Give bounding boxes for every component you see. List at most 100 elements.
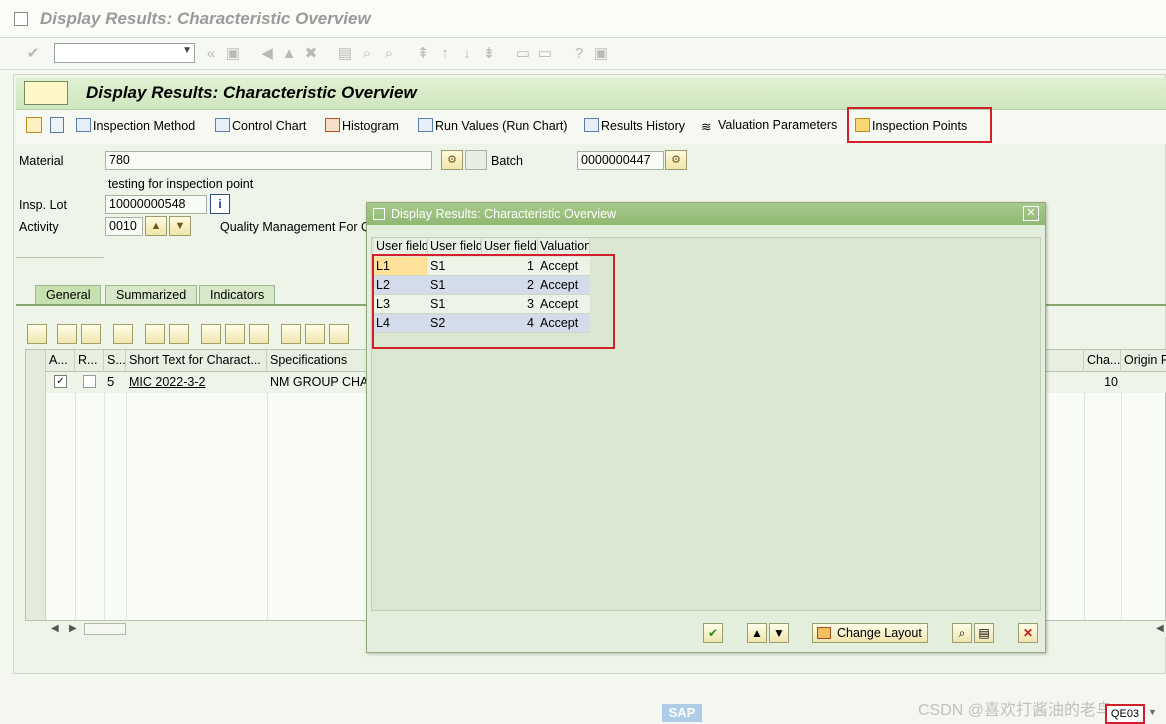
help-icon[interactable]: ? <box>570 45 588 63</box>
lock-icon[interactable] <box>225 324 245 344</box>
document-icon[interactable] <box>50 117 64 133</box>
info-icon[interactable]: i <box>210 194 230 214</box>
histogram-button[interactable]: Histogram <box>325 118 399 133</box>
previous-activity-icon[interactable]: ▲ <box>145 216 167 236</box>
select-all-icon[interactable] <box>57 324 77 344</box>
print-icon[interactable]: ▤ <box>974 623 994 643</box>
column-header-short-text[interactable]: Short Text for Charact... <box>126 350 267 372</box>
run-chart-icon <box>418 118 433 132</box>
prev-page-icon[interactable]: ↑ <box>436 45 454 63</box>
sort-ascending-icon[interactable] <box>169 324 189 344</box>
run-chart-button[interactable]: Run Values (Run Chart) <box>418 118 567 133</box>
page-title: Display Results: Characteristic Overview <box>86 83 417 102</box>
append-row-icon[interactable] <box>113 324 133 344</box>
layout-grid-icon <box>817 627 831 639</box>
active-checkbox[interactable]: ✓ <box>54 375 67 388</box>
last-page-icon[interactable]: ⇟ <box>480 45 498 63</box>
popup-title: Display Results: Characteristic Overview <box>367 203 1045 225</box>
unlock-all-icon[interactable] <box>249 324 269 344</box>
insp-lot-label: Insp. Lot <box>19 198 67 212</box>
inspection-method-button[interactable]: Inspection Method <box>76 118 195 133</box>
activity-field[interactable]: 0010 <box>105 217 143 236</box>
column-divider <box>126 372 127 620</box>
column-header-cha[interactable]: Cha... <box>1084 350 1121 372</box>
sort-descending-icon[interactable] <box>145 324 165 344</box>
column-header-r[interactable]: R... <box>75 350 104 372</box>
highlight-box-popup-rows <box>372 254 615 349</box>
material-description: testing for inspection point <box>108 177 254 191</box>
scroll-left-icon[interactable]: ◀ <box>51 623 59 634</box>
inspection-points-button[interactable]: Inspection Points <box>855 118 967 133</box>
material-field[interactable]: 780 <box>105 151 432 170</box>
tab-summarized[interactable]: Summarized <box>105 285 198 305</box>
command-field[interactable]: ▼ <box>54 43 195 63</box>
control-chart-icon <box>215 118 230 132</box>
print-icon[interactable]: ▤ <box>336 45 354 63</box>
tab-indicators[interactable]: Indicators <box>199 285 276 305</box>
control-chart-button[interactable]: Control Chart <box>215 118 306 133</box>
column-header-specifications[interactable]: Specifications <box>267 350 367 372</box>
confirm-icon[interactable]: ✔ <box>703 623 723 643</box>
chevron-down-icon[interactable]: ▼ <box>182 45 192 56</box>
copy-icon[interactable] <box>465 150 487 170</box>
column-header-a[interactable]: A... <box>46 350 75 372</box>
calendar-icon[interactable] <box>305 324 325 344</box>
first-page-icon[interactable]: ⇞ <box>414 45 432 63</box>
new-session-icon[interactable]: ▭ <box>514 45 532 63</box>
sap-logo: SAP <box>662 704 702 722</box>
note-icon[interactable] <box>329 324 349 344</box>
batch-field[interactable]: 0000000447 <box>577 151 664 170</box>
display-batch-icon[interactable]: ⚙ <box>665 150 687 170</box>
calculator-icon[interactable] <box>281 324 301 344</box>
close-icon[interactable]: ✕ <box>1023 206 1039 221</box>
menu-icon[interactable] <box>14 12 28 26</box>
short-text-link[interactable]: MIC 2022-3-2 <box>126 372 267 393</box>
scroll-thumb[interactable] <box>84 623 126 635</box>
cancel-icon[interactable]: ✕ <box>1018 623 1038 643</box>
app-menu-icon[interactable] <box>24 81 68 105</box>
find-next-icon[interactable]: ⌕ <box>380 45 398 63</box>
column-divider <box>1121 372 1122 620</box>
status-dropdown-icon[interactable]: ▼ <box>1148 707 1157 717</box>
results-history-icon <box>584 118 599 132</box>
row-selector-column[interactable] <box>26 350 46 620</box>
header-bar: Display Results: Characteristic Overview <box>16 78 1166 110</box>
results-history-button[interactable]: Results History <box>584 118 685 133</box>
scroll-end-icon[interactable]: ◀ <box>1156 623 1164 634</box>
column-divider <box>267 372 268 620</box>
activity-label: Activity <box>19 220 59 234</box>
next-activity-icon[interactable]: ▼ <box>169 216 191 236</box>
details-icon[interactable] <box>27 324 47 344</box>
sort-descending-icon[interactable]: ▼ <box>769 623 789 643</box>
display-material-icon[interactable]: ⚙ <box>441 150 463 170</box>
transaction-code[interactable]: QE03 <box>1105 704 1145 724</box>
next-page-icon[interactable]: ↓ <box>458 45 476 63</box>
window-title-bar: Display Results: Characteristic Overview <box>0 0 1166 38</box>
histogram-icon <box>325 118 340 132</box>
valuation-parameters-button[interactable]: ≋ Valuation Parameters <box>701 118 837 134</box>
popup-window-icon <box>373 208 385 220</box>
insp-lot-field[interactable]: 10000000548 <box>105 195 207 214</box>
cancel-icon[interactable]: ✖ <box>302 45 320 63</box>
deselect-all-icon[interactable] <box>81 324 101 344</box>
unlock-icon[interactable] <box>201 324 221 344</box>
column-divider <box>104 372 105 620</box>
results-popup-dialog: Display Results: Characteristic Overview… <box>366 202 1046 653</box>
find-icon[interactable]: ⌕ <box>952 623 972 643</box>
change-layout-button[interactable]: Change Layout <box>812 623 928 643</box>
layout-icon[interactable]: ▣ <box>592 45 610 63</box>
shortcut-icon[interactable]: ▭ <box>536 45 554 63</box>
other-object-icon[interactable] <box>26 117 42 133</box>
watermark: CSDN @喜欢打酱油的老鸟 <box>918 702 1113 719</box>
back-icon[interactable]: ◀ <box>258 45 276 63</box>
recorded-checkbox[interactable] <box>83 375 96 388</box>
column-header-origin[interactable]: Origin R <box>1121 350 1166 372</box>
save-icon[interactable]: ▣ <box>224 45 242 63</box>
exit-icon[interactable]: ▲ <box>280 45 298 63</box>
sort-ascending-icon[interactable]: ▲ <box>747 623 767 643</box>
find-icon[interactable]: ⌕ <box>358 45 376 63</box>
scroll-right-icon[interactable]: ▶ <box>69 623 77 634</box>
tab-general[interactable]: General <box>35 285 102 305</box>
column-header-s[interactable]: S... <box>104 350 126 372</box>
enter-icon[interactable]: ✔ <box>24 45 42 63</box>
